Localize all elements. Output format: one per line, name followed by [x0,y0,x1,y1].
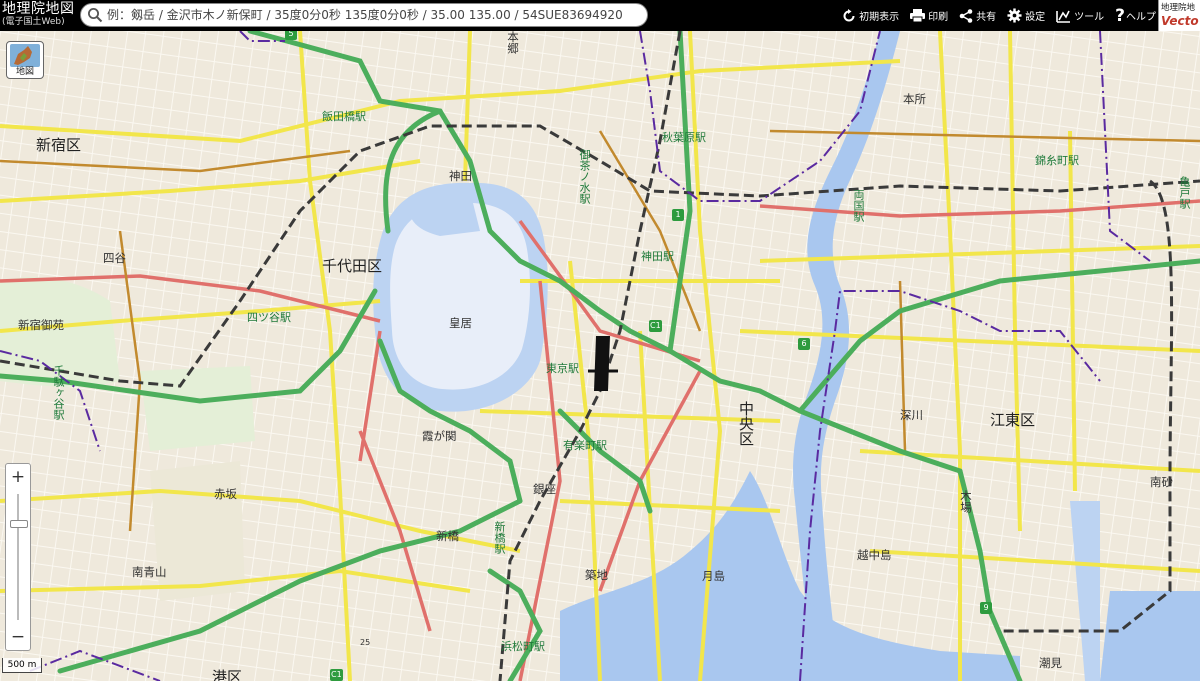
route-shield: 5 [285,31,297,40]
route-shield: 6 [798,338,810,350]
share-label: 共有 [976,12,997,23]
town-label: 銀座 [533,482,556,496]
base-map-layer-button[interactable]: 地図 [6,41,44,79]
search-input[interactable] [107,6,637,24]
zoom-in-button[interactable]: + [6,466,30,488]
town-label: 本郷 [506,31,520,54]
station-label: 秋葉原駅 [662,131,706,144]
station-label: 両国駅 [852,189,865,222]
printer-icon [910,9,926,22]
route-shield: C1 [330,669,343,681]
town-label: 月島 [702,569,725,583]
layer-button-label: 地図 [15,67,34,77]
scale-bar: 500 m [2,658,42,673]
station-label: 御茶ノ水駅 [578,149,591,204]
station-label: 亀戸駅 [1178,176,1191,209]
map-canvas[interactable]: 新宿区 千代田区 中央区 江東区 港区 四谷 新宿御苑 赤坂 南青山 神田 皇居… [0,31,1200,681]
station-label: 四ツ谷駅 [247,311,291,324]
share-icon [959,8,973,23]
ward-label-shinjuku: 新宿区 [36,136,82,154]
search-box [80,3,648,27]
ward-label-koto: 江東区 [990,411,1036,429]
tools-button[interactable]: ツール [1056,8,1104,23]
help-label: ヘルプ [1126,12,1156,23]
route-shield: C1 [649,320,662,332]
map-tiles [0,31,1200,681]
town-label: 新橋 [436,529,459,543]
ward-label-chiyoda: 千代田区 [322,257,383,275]
station-label: 神田駅 [641,250,674,263]
reset-view-label: 初期表示 [859,12,900,23]
share-button[interactable]: 共有 [959,8,996,23]
help-icon: ? [1115,5,1125,26]
print-button[interactable]: 印刷 [910,8,948,23]
town-label: 潮見 [1039,656,1062,670]
reset-view-button[interactable]: 初期表示 [842,8,899,23]
gear-icon [1007,8,1022,23]
station-label: 新橋駅 [493,521,506,554]
zoom-slider-handle[interactable] [10,520,28,528]
zoom-control: + − [5,463,31,651]
station-label: 浜松町駅 [501,640,545,653]
vector-badge-line2: Vecto [1161,14,1199,28]
route-shield: 25 [360,638,371,647]
town-label: 築地 [585,568,608,582]
vector-map-badge[interactable]: 地理院地 Vecto [1158,0,1200,31]
town-label: 霞が関 [422,429,457,443]
town-label: 皇居 [449,316,472,330]
search-icon[interactable] [87,7,103,23]
station-label: 千駄ヶ谷駅 [52,365,65,420]
ward-label-minato: 港区 [212,668,243,681]
header-bar: 地理院地図 (電子国土Web) 初期表示 印刷 [0,0,1200,31]
town-label: 木場 [959,490,973,513]
route-shield: 1 [672,209,684,221]
app-subtitle: (電子国土Web) [2,17,65,27]
town-label: 赤坂 [214,487,237,501]
town-label: 深川 [900,408,923,422]
vector-badge-line1: 地理院地 [1161,3,1196,13]
ward-label-chuo: 中央区 [737,401,755,446]
settings-label: 設定 [1025,12,1046,23]
toolbar: 初期表示 印刷 共有 設定 ツール ? ヘルプ [831,0,1156,31]
station-label: 飯田橋駅 [322,110,366,123]
zoom-slider-track[interactable] [17,494,19,620]
town-label: 神田 [449,169,472,183]
app-brand[interactable]: 地理院地図 (電子国土Web) [2,1,76,27]
town-label: 南砂 [1150,475,1173,489]
station-label: 錦糸町駅 [1035,154,1079,167]
app-title: 地理院地図 [2,1,75,17]
help-button[interactable]: ? ヘルプ [1115,6,1156,26]
station-label: 東京駅 [546,362,579,375]
print-label: 印刷 [928,12,949,23]
settings-button[interactable]: 設定 [1007,8,1045,23]
town-label: 南青山 [132,565,167,579]
tools-label: ツール [1074,12,1105,23]
town-label: 四谷 [103,251,126,265]
town-label: 新宿御苑 [18,318,64,332]
station-label: 有楽町駅 [563,439,607,452]
tools-icon [1056,10,1071,23]
town-label: 本所 [903,92,926,106]
reset-icon [843,8,855,21]
route-shield: 9 [980,602,992,614]
town-label: 越中島 [857,548,892,562]
zoom-out-button[interactable]: − [6,626,30,648]
